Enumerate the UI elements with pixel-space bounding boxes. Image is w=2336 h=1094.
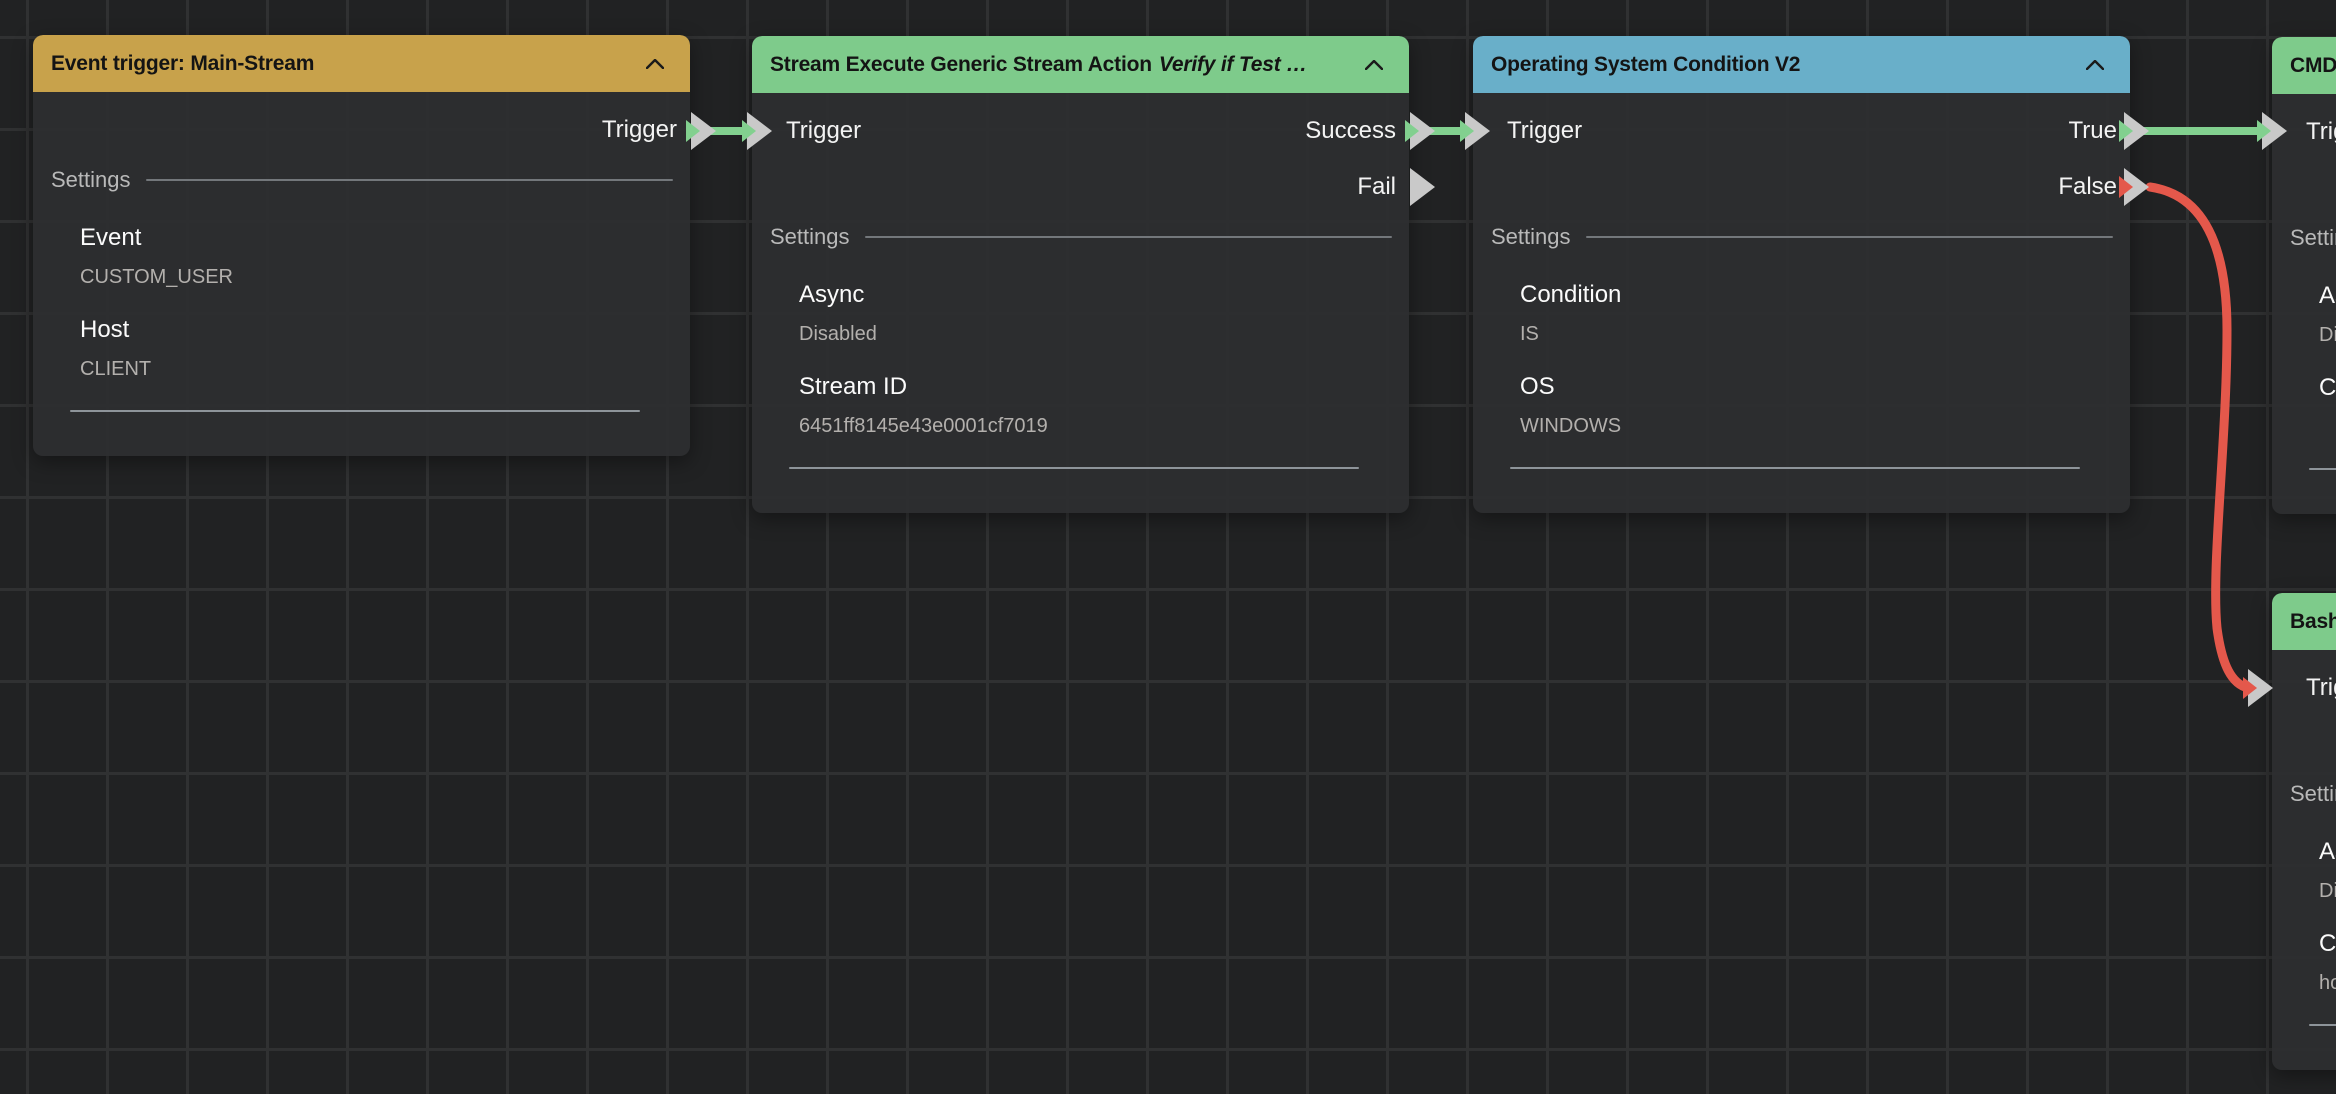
field-label: Async bbox=[2319, 274, 2336, 318]
node-bash[interactable]: Bash Trigger Settings Async Disabled Com… bbox=[2272, 593, 2336, 1070]
node-bottom-divider bbox=[789, 467, 1359, 469]
node-event-trigger[interactable]: Event trigger: Main-Stream Trigger Setti… bbox=[33, 35, 690, 456]
field-command: Command ho bbox=[2319, 922, 2336, 1000]
settings-label: Settings bbox=[2290, 225, 2336, 251]
settings-section-header: Settings bbox=[2290, 778, 2336, 810]
node-cmd[interactable]: CMD Trigger Settings Async Disabled Comm… bbox=[2272, 37, 2336, 514]
node-stream-execute[interactable]: Stream Execute Generic Stream Action Ver… bbox=[752, 36, 1409, 513]
collapse-chevron-icon[interactable] bbox=[1365, 60, 1383, 70]
output-port-label-true: True bbox=[2069, 117, 2117, 145]
field-value: Disabled bbox=[2319, 318, 2336, 352]
field-async: Async Disabled bbox=[799, 273, 1369, 351]
field-label: Event bbox=[80, 216, 650, 260]
settings-section-header: Settings bbox=[770, 221, 1392, 253]
node-stream-execute-header[interactable]: Stream Execute Generic Stream Action Ver… bbox=[752, 36, 1409, 93]
field-label: Stream ID bbox=[799, 365, 1369, 409]
node-os-condition-header[interactable]: Operating System Condition V2 bbox=[1473, 36, 2130, 93]
node-bottom-divider bbox=[1510, 467, 2080, 469]
node-title-suffix: Verify if Test … bbox=[1159, 53, 1307, 77]
node-bottom-divider bbox=[2309, 468, 2336, 470]
port-row bbox=[2272, 716, 2336, 772]
field-label: Condition bbox=[1520, 273, 2090, 317]
field-value: ho bbox=[2319, 966, 2336, 1000]
field-label: Command bbox=[2319, 922, 2336, 966]
field-label: OS bbox=[1520, 365, 2090, 409]
node-bottom-divider bbox=[70, 410, 640, 412]
port-row: Trigger bbox=[33, 102, 690, 158]
field-label: Async bbox=[799, 273, 1369, 317]
settings-label: Settings bbox=[2290, 781, 2336, 807]
output-port-label-fail: Fail bbox=[1357, 173, 1396, 201]
node-bottom-divider bbox=[2309, 1024, 2336, 1026]
settings-label: Settings bbox=[1491, 224, 1571, 250]
port-row: Fail bbox=[752, 159, 1409, 215]
node-cmd-header[interactable]: CMD bbox=[2272, 37, 2336, 94]
field-event: Event CUSTOM_USER bbox=[80, 216, 650, 294]
settings-label: Settings bbox=[770, 224, 850, 250]
settings-divider bbox=[865, 236, 1393, 238]
field-value: Disabled bbox=[2319, 874, 2336, 908]
field-label: Host bbox=[80, 308, 650, 352]
settings-section-header: Settings bbox=[2290, 222, 2336, 254]
field-value bbox=[2319, 410, 2336, 444]
field-value: CUSTOM_USER bbox=[80, 260, 650, 294]
output-port-label-trigger: Trigger bbox=[602, 116, 677, 144]
field-os: OS WINDOWS bbox=[1520, 365, 2090, 443]
settings-section-header: Settings bbox=[51, 164, 673, 196]
node-event-trigger-header[interactable]: Event trigger: Main-Stream bbox=[33, 35, 690, 92]
node-title: Bash bbox=[2290, 610, 2336, 634]
field-value: Disabled bbox=[799, 317, 1369, 351]
collapse-chevron-icon[interactable] bbox=[646, 59, 664, 69]
field-label: Command bbox=[2319, 366, 2336, 410]
field-async: Async Disabled bbox=[2319, 830, 2336, 908]
settings-divider bbox=[1586, 236, 2114, 238]
flow-canvas[interactable]: { "colors": { "header_gold": "#C8A24B", … bbox=[0, 0, 2336, 1094]
input-port-label-trigger: Trigger bbox=[1507, 117, 1582, 145]
field-value: WINDOWS bbox=[1520, 409, 2090, 443]
port-row: Trigger bbox=[2272, 660, 2336, 716]
settings-label: Settings bbox=[51, 167, 131, 193]
field-value: IS bbox=[1520, 317, 2090, 351]
output-port-label-false: False bbox=[2058, 173, 2117, 201]
port-row: Trigger True bbox=[1473, 103, 2130, 159]
field-command: Command bbox=[2319, 366, 2336, 444]
field-host: Host CLIENT bbox=[80, 308, 650, 386]
port-row bbox=[2272, 160, 2336, 216]
input-port-label-trigger: Trigger bbox=[2306, 674, 2336, 702]
port-row: False bbox=[1473, 159, 2130, 215]
collapse-chevron-icon[interactable] bbox=[2086, 60, 2104, 70]
field-stream-id: Stream ID 6451ff8145e43e0001cf7019 bbox=[799, 365, 1369, 443]
field-async: Async Disabled bbox=[2319, 274, 2336, 352]
field-label: Async bbox=[2319, 830, 2336, 874]
node-title: Operating System Condition V2 bbox=[1491, 53, 1800, 77]
output-port-label-success: Success bbox=[1305, 117, 1396, 145]
port-row: Trigger Success bbox=[752, 103, 1409, 159]
field-condition: Condition IS bbox=[1520, 273, 2090, 351]
node-title: Stream Execute Generic Stream Action bbox=[770, 53, 1152, 77]
port-row: Trigger bbox=[2272, 104, 2336, 160]
node-title: Event trigger: Main-Stream bbox=[51, 52, 314, 76]
node-bash-header[interactable]: Bash bbox=[2272, 593, 2336, 650]
settings-divider bbox=[146, 179, 674, 181]
input-port-label-trigger: Trigger bbox=[786, 117, 861, 145]
node-os-condition[interactable]: Operating System Condition V2 Trigger Tr… bbox=[1473, 36, 2130, 513]
field-value: CLIENT bbox=[80, 352, 650, 386]
node-title: CMD bbox=[2290, 54, 2336, 78]
settings-section-header: Settings bbox=[1491, 221, 2113, 253]
field-value: 6451ff8145e43e0001cf7019 bbox=[799, 409, 1369, 443]
input-port-label-trigger: Trigger bbox=[2306, 118, 2336, 146]
